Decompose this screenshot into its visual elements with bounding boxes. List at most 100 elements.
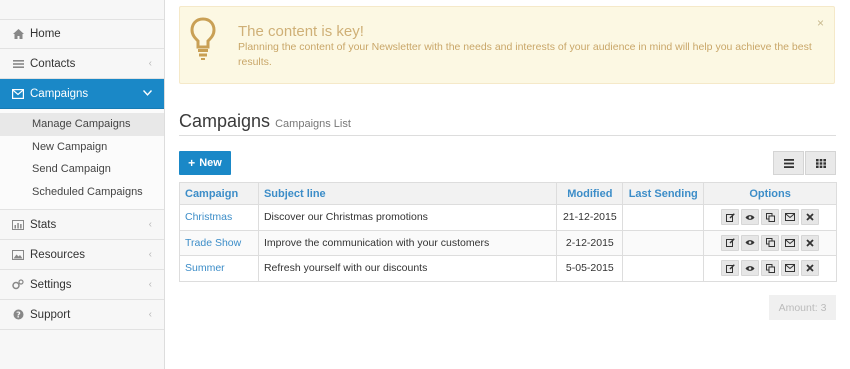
eye-icon	[745, 214, 755, 221]
amount-badge: Amount: 3	[769, 295, 836, 320]
delete-button[interactable]	[801, 209, 820, 226]
nav-settings-label: Settings	[30, 278, 72, 291]
nav-support[interactable]: ? Support ‹	[0, 300, 164, 330]
cell-modified: 2-12-2015	[556, 229, 624, 256]
edit-button[interactable]	[721, 209, 740, 226]
submenu-new-campaign[interactable]: New Campaign	[0, 136, 164, 159]
nav-settings[interactable]: Settings ‹	[0, 270, 164, 300]
nav-resources-label: Resources	[30, 248, 85, 261]
page-subtitle: Campaigns List	[275, 118, 351, 130]
cell-options	[703, 255, 837, 282]
envelope-icon	[785, 213, 796, 222]
page-title: Campaigns	[179, 111, 271, 131]
chevron-left-icon: ‹	[148, 219, 152, 230]
alert-text: Planning the content of your Newsletter …	[238, 41, 812, 68]
grid-view-button[interactable]	[805, 151, 836, 175]
eye-button[interactable]	[741, 260, 760, 277]
edit-icon	[725, 263, 735, 273]
nav-support-label: Support	[30, 308, 71, 321]
question-circle-icon: ?	[12, 309, 24, 321]
list-icon	[12, 58, 24, 70]
list-icon	[783, 158, 794, 168]
copy-button[interactable]	[761, 234, 780, 251]
plus-icon: +	[188, 156, 196, 170]
nav-campaigns[interactable]: Campaigns	[0, 79, 164, 109]
divider	[179, 135, 836, 136]
cell-modified: 21-12-2015	[556, 204, 624, 231]
chevron-left-icon: ‹	[148, 279, 152, 290]
grid-icon	[815, 158, 826, 168]
new-button-label: New	[199, 157, 222, 169]
col-subject[interactable]: Subject line	[257, 182, 558, 205]
nav-contacts-label: Contacts	[30, 57, 76, 70]
table-header-row: Campaign Subject line Modified Last Send…	[179, 182, 837, 205]
col-modified[interactable]: Modified	[556, 182, 624, 205]
edit-button[interactable]	[721, 234, 740, 251]
home-icon	[12, 28, 24, 40]
envelope-button[interactable]	[781, 260, 800, 277]
edit-button[interactable]	[721, 260, 740, 277]
campaign-link[interactable]: Christmas	[185, 211, 232, 223]
envelope-icon	[785, 264, 796, 273]
delete-icon	[806, 239, 814, 247]
tip-alert: The content is key! Planning the content…	[179, 6, 835, 84]
submenu-scheduled-campaigns[interactable]: Scheduled Campaigns	[0, 181, 164, 204]
col-options: Options	[703, 182, 837, 205]
eye-icon	[745, 239, 755, 246]
chevron-left-icon: ‹	[148, 309, 152, 320]
nav-resources[interactable]: Resources ‹	[0, 240, 164, 270]
copy-button[interactable]	[761, 209, 780, 226]
cell-options	[703, 229, 837, 256]
lightbulb-icon	[190, 17, 216, 60]
cell-campaign[interactable]: Christmas	[179, 204, 259, 231]
cell-subject: Discover our Christmas promotions	[257, 204, 558, 231]
copy-icon	[765, 263, 775, 273]
cell-options	[703, 204, 837, 231]
nav-stats-label: Stats	[30, 218, 57, 231]
envelope-icon	[785, 238, 796, 247]
page-heading: Campaigns Campaigns List	[179, 111, 351, 132]
delete-icon	[806, 213, 814, 221]
sidebar: Home Contacts ‹ Campaigns Manage Campaig…	[0, 0, 165, 369]
cell-modified: 5-05-2015	[556, 255, 624, 282]
copy-button[interactable]	[761, 260, 780, 277]
delete-button[interactable]	[801, 260, 820, 277]
cell-subject: Refresh yourself with our discounts	[257, 255, 558, 282]
alert-title: The content is key!	[238, 23, 364, 40]
edit-icon	[725, 238, 735, 248]
envelope-icon	[12, 88, 24, 100]
nav-contacts[interactable]: Contacts ‹	[0, 49, 164, 79]
svg-text:?: ?	[16, 311, 21, 320]
campaigns-table: Campaign Subject line Modified Last Send…	[179, 182, 837, 282]
submenu-send-campaign[interactable]: Send Campaign	[0, 158, 164, 181]
eye-button[interactable]	[741, 209, 760, 226]
envelope-button[interactable]	[781, 209, 800, 226]
new-campaign-button[interactable]: + New	[179, 151, 231, 175]
col-last-sending[interactable]: Last Sending	[622, 182, 705, 205]
campaign-link[interactable]: Summer	[185, 262, 225, 274]
eye-button[interactable]	[741, 234, 760, 251]
table-row: Summer Refresh yourself with our discount…	[179, 255, 837, 282]
chevron-down-icon	[142, 88, 153, 99]
nav-stats[interactable]: Stats ‹	[0, 210, 164, 240]
cell-last-sending	[622, 204, 705, 231]
table-row: Trade Show Improve the communication with…	[179, 229, 837, 256]
campaigns-submenu: Manage Campaigns New Campaign Send Campa…	[0, 109, 164, 210]
col-campaign[interactable]: Campaign	[179, 182, 259, 205]
cell-campaign[interactable]: Summer	[179, 255, 259, 282]
list-view-button[interactable]	[773, 151, 804, 175]
edit-icon	[725, 212, 735, 222]
envelope-button[interactable]	[781, 234, 800, 251]
close-icon[interactable]: ×	[817, 16, 824, 30]
chevron-left-icon: ‹	[148, 249, 152, 260]
delete-icon	[806, 264, 814, 272]
campaign-link[interactable]: Trade Show	[185, 237, 241, 249]
cell-campaign[interactable]: Trade Show	[179, 229, 259, 256]
cell-last-sending	[622, 255, 705, 282]
image-icon	[12, 249, 24, 261]
delete-button[interactable]	[801, 234, 820, 251]
submenu-manage-campaigns[interactable]: Manage Campaigns	[0, 113, 164, 136]
eye-icon	[745, 265, 755, 272]
nav-home[interactable]: Home	[0, 19, 164, 49]
nav-home-label: Home	[30, 28, 61, 40]
